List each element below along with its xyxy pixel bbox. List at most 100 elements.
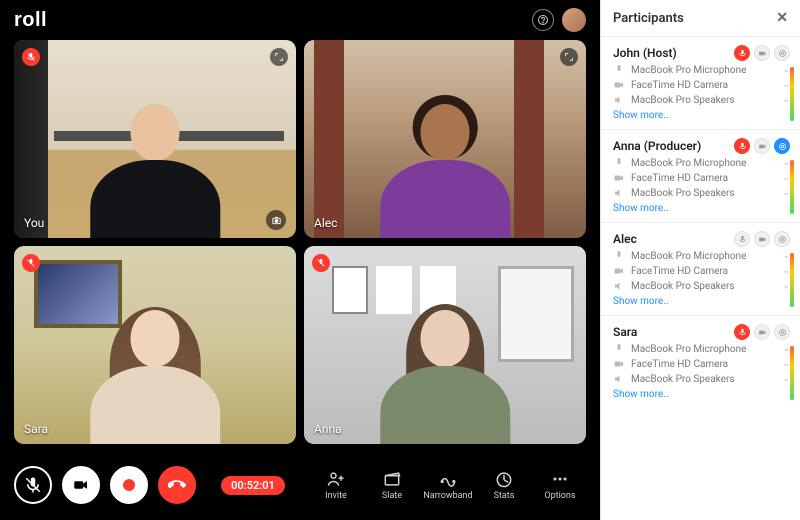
- video-grid: You Alec Sara: [0, 40, 600, 450]
- narrowband-label: Narrowband: [423, 491, 472, 501]
- device-label: MacBook Pro Microphone: [631, 65, 746, 76]
- control-bar: 00:52:01 Invite Slate Narrowband Stats O…: [0, 450, 600, 520]
- mic-status-chip[interactable]: [734, 324, 750, 340]
- device-label: MacBook Pro Microphone: [631, 344, 746, 355]
- slate-label: Slate: [382, 491, 402, 501]
- device-label: FaceTime HD Camera: [631, 173, 728, 184]
- narrowband-button[interactable]: Narrowband: [422, 469, 474, 501]
- chevron-down-icon: ⌄: [782, 266, 790, 276]
- chevron-down-icon: ⌄: [782, 158, 790, 168]
- right-tools: Invite Slate Narrowband Stats Options: [310, 469, 586, 501]
- mic-status-chip[interactable]: [734, 138, 750, 154]
- participant-row: AlecMacBook Pro Microphone⌄FaceTime HD C…: [601, 222, 800, 315]
- device-label: FaceTime HD Camera: [631, 80, 728, 91]
- participant-row: SaraMacBook Pro Microphone⌄FaceTime HD C…: [601, 315, 800, 408]
- device-row[interactable]: MacBook Pro Microphone⌄: [613, 343, 790, 355]
- participant-row: Anna (Producer)MacBook Pro Microphone⌄Fa…: [601, 129, 800, 222]
- device-row[interactable]: MacBook Pro Speakers ⌄: [613, 373, 790, 385]
- device-row[interactable]: MacBook Pro Microphone ⌄: [613, 157, 790, 169]
- device-row[interactable]: FaceTime HD Camera ⌄: [613, 172, 790, 184]
- chevron-down-icon: ⌄: [782, 95, 790, 105]
- device-label: MacBook Pro Speakers: [631, 95, 735, 106]
- tile-name-label: You: [24, 216, 44, 230]
- device-label: FaceTime HD Camera: [631, 266, 728, 277]
- help-icon[interactable]: [532, 9, 554, 31]
- participant-name: John (Host): [613, 46, 730, 60]
- show-more-link[interactable]: Show more..: [613, 389, 790, 400]
- link-status-chip[interactable]: [774, 231, 790, 247]
- chevron-down-icon: ⌄: [782, 80, 790, 90]
- camera-toggle-button[interactable]: [62, 466, 100, 504]
- invite-button[interactable]: Invite: [310, 469, 362, 501]
- link-status-chip[interactable]: [774, 45, 790, 61]
- chevron-down-icon: ⌄: [782, 374, 790, 384]
- hangup-button[interactable]: [158, 466, 196, 504]
- cam-status-chip[interactable]: [754, 138, 770, 154]
- tile-name-label: Sara: [24, 422, 48, 436]
- video-stage: roll You: [0, 0, 600, 520]
- chevron-down-icon: ⌄: [782, 251, 790, 261]
- mic-status-chip[interactable]: [734, 231, 750, 247]
- participant-name: Sara: [613, 325, 730, 339]
- app-logo: roll: [14, 9, 47, 32]
- chevron-down-icon: ⌄: [782, 281, 790, 291]
- chevron-down-icon: ⌄: [782, 173, 790, 183]
- device-row[interactable]: MacBook Pro Speakers ⌄: [613, 187, 790, 199]
- participant-figure: [380, 301, 510, 444]
- device-row[interactable]: MacBook Pro Speakers⌄: [613, 280, 790, 292]
- options-button[interactable]: Options: [534, 469, 586, 501]
- device-row[interactable]: MacBook Pro Microphone ⌄: [613, 250, 790, 262]
- chevron-down-icon: ⌄: [782, 188, 790, 198]
- device-row[interactable]: FaceTime HD Camera⌄: [613, 358, 790, 370]
- video-tile-anna[interactable]: Anna: [304, 246, 586, 444]
- device-row[interactable]: MacBook Pro Speakers ⌄: [613, 94, 790, 106]
- chevron-down-icon: ⌄: [782, 65, 790, 75]
- slate-button[interactable]: Slate: [366, 469, 418, 501]
- participants-panel: Participants ✕ John (Host) MacBook Pro Mi…: [600, 0, 800, 520]
- invite-label: Invite: [325, 491, 347, 501]
- expand-icon[interactable]: [270, 48, 288, 66]
- cam-status-chip[interactable]: [754, 45, 770, 61]
- mute-button[interactable]: [14, 466, 52, 504]
- show-more-link[interactable]: Show more..: [613, 296, 790, 307]
- link-status-chip[interactable]: [774, 138, 790, 154]
- device-label: MacBook Pro Microphone: [631, 158, 746, 169]
- device-label: MacBook Pro Speakers: [631, 188, 735, 199]
- audio-meter: [790, 160, 794, 214]
- options-label: Options: [544, 491, 575, 501]
- device-row[interactable]: MacBook Pro Microphone ⌄: [613, 64, 790, 76]
- stats-button[interactable]: Stats: [478, 469, 530, 501]
- topbar: roll: [0, 0, 600, 40]
- user-avatar[interactable]: [562, 8, 586, 32]
- tile-name-label: Anna: [314, 422, 342, 436]
- expand-icon[interactable]: [560, 48, 578, 66]
- cam-status-chip[interactable]: [754, 231, 770, 247]
- close-icon[interactable]: ✕: [776, 10, 788, 26]
- participant-figure: [90, 95, 220, 238]
- show-more-link[interactable]: Show more..: [613, 203, 790, 214]
- camera-button[interactable]: [266, 210, 286, 230]
- chevron-down-icon: ⌄: [782, 359, 790, 369]
- cam-status-chip[interactable]: [754, 324, 770, 340]
- stats-label: Stats: [494, 491, 515, 501]
- panel-header: Participants ✕: [601, 0, 800, 36]
- audio-meter: [790, 253, 794, 307]
- show-more-link[interactable]: Show more..: [613, 110, 790, 121]
- panel-title: Participants: [613, 11, 684, 26]
- video-tile-alec[interactable]: Alec: [304, 40, 586, 238]
- audio-meter: [790, 346, 794, 400]
- mic-status-chip[interactable]: [734, 45, 750, 61]
- device-label: MacBook Pro Microphone: [631, 251, 746, 262]
- video-tile-sara[interactable]: Sara: [14, 246, 296, 444]
- record-timer: 00:52:01: [221, 476, 285, 495]
- device-row[interactable]: FaceTime HD Camera ⌄: [613, 79, 790, 91]
- device-row[interactable]: FaceTime HD Camera ⌄: [613, 265, 790, 277]
- record-button[interactable]: [110, 466, 148, 504]
- participant-row: John (Host)MacBook Pro Microphone⌄FaceTi…: [601, 36, 800, 129]
- mic-muted-icon: [22, 254, 40, 272]
- video-tile-you[interactable]: You: [14, 40, 296, 238]
- link-status-chip[interactable]: [774, 324, 790, 340]
- participant-name: Anna (Producer): [613, 139, 730, 153]
- participant-name: Alec: [613, 232, 730, 246]
- device-label: MacBook Pro Speakers: [631, 374, 735, 385]
